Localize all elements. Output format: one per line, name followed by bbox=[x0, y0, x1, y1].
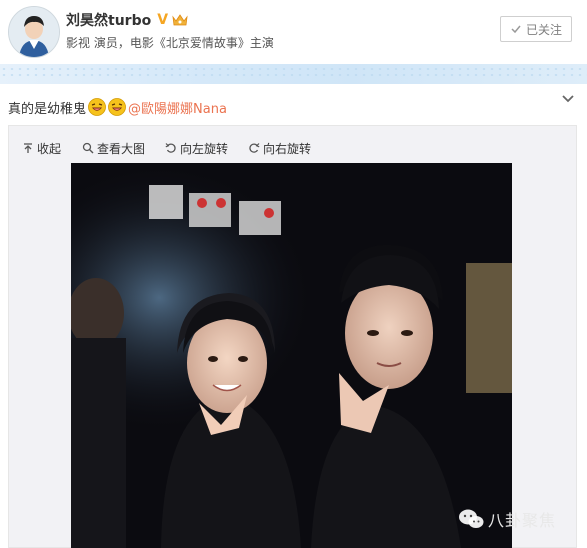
collapse-label: 收起 bbox=[37, 141, 62, 156]
avatar[interactable] bbox=[8, 6, 60, 58]
watermark: 八卦聚焦 bbox=[458, 504, 556, 534]
weibo-post-page: 刘昊然turbo V 影视 演员，电影《北京爱情故事》主演 已关注 真的是幼稚鬼 bbox=[0, 0, 587, 548]
rotate-right-button[interactable]: 向右旋转 bbox=[248, 139, 311, 157]
watermark-text: 八卦聚焦 bbox=[488, 511, 557, 530]
followed-button[interactable]: 已关注 bbox=[500, 16, 572, 42]
followed-button-label: 已关注 bbox=[525, 22, 562, 37]
post-photo[interactable] bbox=[71, 163, 512, 548]
post-content: 真的是幼稚鬼 @歐陽娜娜Nana bbox=[8, 96, 227, 118]
verified-badge-icon: V bbox=[157, 12, 169, 28]
wechat-icon bbox=[459, 509, 484, 528]
username[interactable]: 刘昊然turbo bbox=[66, 10, 151, 30]
view-large-label: 查看大图 bbox=[97, 141, 146, 156]
rotate-right-label: 向右旋转 bbox=[263, 141, 312, 156]
laughing-face-icon bbox=[88, 98, 106, 116]
post-text: 真的是幼稚鬼 bbox=[8, 101, 87, 117]
photo-image bbox=[71, 163, 512, 548]
zoom-search-icon bbox=[82, 142, 94, 154]
check-icon bbox=[511, 25, 521, 34]
member-crown-icon bbox=[172, 14, 188, 26]
rotate-right-icon bbox=[249, 143, 260, 153]
avatar-image bbox=[9, 7, 59, 57]
rotate-left-icon bbox=[165, 143, 176, 153]
collapse-button[interactable]: 收起 bbox=[22, 139, 61, 157]
mention-link[interactable]: @歐陽娜娜Nana bbox=[128, 98, 227, 117]
collapse-up-icon bbox=[24, 143, 32, 153]
profile-bio: 影视 演员，电影《北京爱情故事》主演 bbox=[66, 36, 274, 50]
laughing-face-icon bbox=[108, 98, 126, 116]
rotate-left-label: 向左旋转 bbox=[180, 141, 229, 156]
rotate-left-button[interactable]: 向左旋转 bbox=[165, 139, 228, 157]
chevron-down-icon[interactable] bbox=[561, 92, 575, 106]
post-header: 刘昊然turbo V 影视 演员，电影《北京爱情故事》主演 已关注 bbox=[0, 0, 587, 60]
view-large-button[interactable]: 查看大图 bbox=[82, 139, 145, 157]
decorative-band-pattern bbox=[0, 66, 587, 80]
name-row: 刘昊然turbo V bbox=[66, 10, 188, 30]
